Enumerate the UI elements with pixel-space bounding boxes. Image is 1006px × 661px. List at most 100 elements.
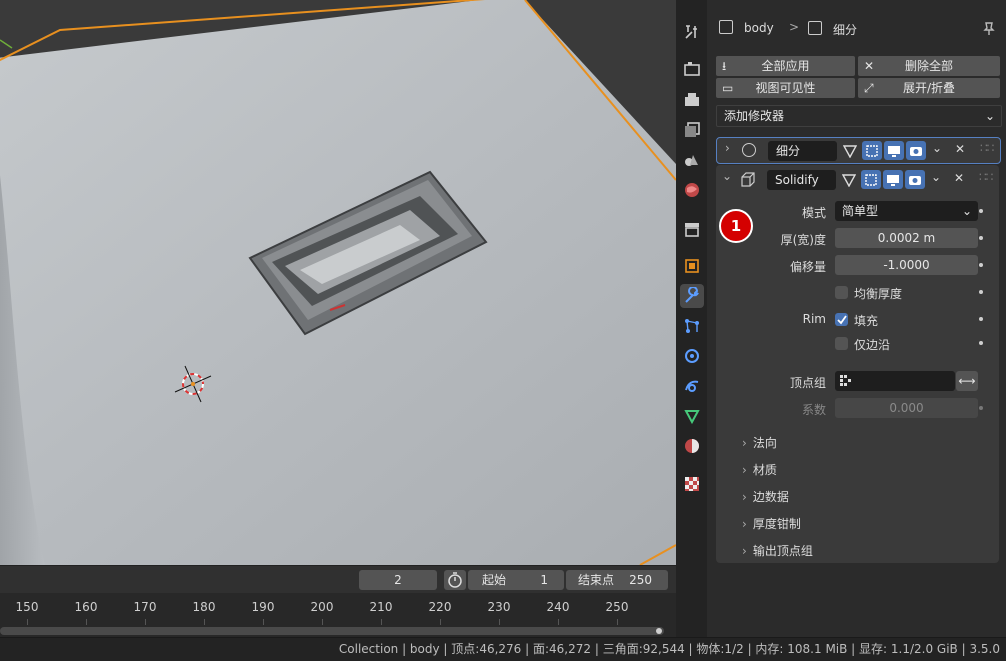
collapse-arrow-icon[interactable]: ⌄ bbox=[722, 169, 732, 183]
material-icon[interactable] bbox=[680, 434, 704, 458]
modifier-icon bbox=[808, 21, 822, 35]
subpanel-normals[interactable]: › 法向 bbox=[742, 434, 777, 451]
status-text: Collection | body | 顶点:46,276 | 面:46,272… bbox=[338, 642, 1000, 656]
fill-checkbox[interactable] bbox=[835, 313, 848, 326]
download-icon: ⭳ bbox=[722, 59, 727, 73]
mode-select[interactable]: 简单型 ⌄ bbox=[835, 201, 978, 221]
expand-collapse-label: 展开/折叠 bbox=[902, 81, 956, 95]
data-icon[interactable] bbox=[680, 404, 704, 428]
dropdown-chevron-icon[interactable]: ⌄ bbox=[931, 170, 941, 184]
timeline-header: 2 起始 1 结束点 250 bbox=[0, 565, 676, 594]
drag-handle-icon[interactable]: ∷∷ bbox=[980, 141, 994, 155]
edit-mode-icon[interactable] bbox=[861, 170, 881, 189]
subdivision-modifier-header[interactable]: › 细分 ⌄ ✕ ∷∷ bbox=[716, 137, 1001, 164]
subpanel-label: 法向 bbox=[752, 436, 777, 450]
factor-label: 系数 bbox=[801, 403, 826, 417]
expand-arrow-icon[interactable]: › bbox=[725, 141, 730, 155]
subpanel-output-vgroups[interactable]: › 输出顶点组 bbox=[742, 542, 813, 559]
apply-all-button[interactable]: ⭳ 全部应用 bbox=[716, 56, 855, 76]
vertex-group-field[interactable] bbox=[835, 371, 955, 391]
timeline-tick-label: 190 bbox=[251, 600, 275, 614]
chevron-down-icon: ⌄ bbox=[961, 204, 972, 218]
keyframe-dot[interactable] bbox=[979, 317, 983, 321]
invert-vgroup-icon[interactable]: ⟷ bbox=[956, 371, 978, 391]
timeline-tick-mark bbox=[499, 619, 500, 625]
render-camera-icon[interactable] bbox=[906, 141, 926, 160]
timeline-tick-label: 180 bbox=[192, 600, 216, 614]
subdivision-name-field[interactable]: 细分 bbox=[768, 141, 837, 161]
edit-mode-cage-icon[interactable] bbox=[839, 170, 859, 189]
keyframe-dot[interactable] bbox=[979, 263, 983, 267]
scene-icon[interactable] bbox=[680, 148, 704, 172]
physics-icon[interactable] bbox=[680, 344, 704, 368]
dropdown-chevron-icon[interactable]: ⌄ bbox=[932, 141, 942, 155]
keyframe-dot[interactable] bbox=[979, 209, 983, 213]
output-icon[interactable] bbox=[680, 88, 704, 112]
drag-handle-icon[interactable]: ∷∷ bbox=[979, 170, 993, 184]
render-icon[interactable] bbox=[680, 57, 704, 81]
only-rim-checkbox[interactable] bbox=[835, 337, 848, 350]
scrollbar-handle[interactable] bbox=[656, 628, 662, 634]
remove-modifier-icon[interactable]: ✕ bbox=[954, 171, 964, 185]
keyframe-dot[interactable] bbox=[979, 341, 983, 345]
subpanel-edge-data[interactable]: › 边数据 bbox=[742, 488, 789, 505]
timeline-tick-mark bbox=[204, 619, 205, 625]
thickness-label: 厚(宽)度 bbox=[780, 233, 826, 247]
end-label: 结束点 bbox=[578, 573, 615, 587]
keyframe-dot[interactable] bbox=[979, 406, 983, 410]
current-frame-field[interactable]: 2 bbox=[359, 570, 437, 590]
start-value: 1 bbox=[540, 573, 548, 587]
subpanel-materials[interactable]: › 材质 bbox=[742, 461, 777, 478]
realtime-icon[interactable] bbox=[884, 141, 904, 160]
remove-modifier-icon[interactable]: ✕ bbox=[955, 142, 965, 156]
close-icon: ✕ bbox=[864, 59, 875, 73]
collection-icon[interactable] bbox=[680, 217, 704, 241]
factor-field[interactable]: 0.000 bbox=[835, 398, 978, 418]
keyframe-dot[interactable] bbox=[979, 236, 983, 240]
mode-label: 模式 bbox=[801, 206, 826, 220]
world-icon[interactable] bbox=[680, 178, 704, 202]
add-modifier-dropdown[interactable]: 添加修改器 ⌄ bbox=[716, 105, 1002, 127]
keyframe-dot[interactable] bbox=[979, 290, 983, 294]
properties-editor: body > 细分 ⭳ 全部应用 ✕ 删除全部 ▭ 视图可见性 ⤢ 展开/折叠 … bbox=[707, 0, 1006, 637]
subpanel-thickness-clamp[interactable]: › 厚度钳制 bbox=[742, 515, 801, 532]
edit-mode-cage-icon[interactable] bbox=[840, 141, 860, 160]
timeline-ruler[interactable]: 150 160 170 180 190 200 210 220 230 240 250 bbox=[0, 593, 676, 637]
edit-mode-icon[interactable] bbox=[862, 141, 882, 160]
fill-label: 填充 bbox=[854, 314, 879, 328]
timeline-tick-mark bbox=[440, 619, 441, 625]
start-frame-field[interactable]: 起始 1 bbox=[468, 570, 564, 590]
subdivision-icon bbox=[742, 143, 756, 157]
stopwatch-icon[interactable] bbox=[444, 570, 466, 590]
texture-icon[interactable] bbox=[680, 472, 704, 496]
solidify-name-field[interactable]: Solidify bbox=[767, 170, 836, 190]
expand-collapse-button[interactable]: ⤢ 展开/折叠 bbox=[858, 78, 1000, 98]
wrench-icon[interactable] bbox=[680, 284, 704, 308]
timeline-tick-label: 200 bbox=[310, 600, 334, 614]
3d-viewport[interactable] bbox=[0, 0, 676, 565]
constraints-icon[interactable] bbox=[680, 374, 704, 398]
even-thickness-checkbox[interactable] bbox=[835, 286, 848, 299]
thickness-field[interactable]: 0.0002 m bbox=[835, 228, 978, 248]
realtime-icon[interactable] bbox=[883, 170, 903, 189]
viewport-vis-label: 视图可见性 bbox=[755, 81, 816, 95]
timeline-tick-mark bbox=[381, 619, 382, 625]
timeline-tick-mark bbox=[86, 619, 87, 625]
render-camera-icon[interactable] bbox=[905, 170, 925, 189]
end-frame-field[interactable]: 结束点 250 bbox=[566, 570, 668, 590]
object-icon[interactable] bbox=[680, 254, 704, 278]
delete-all-button[interactable]: ✕ 删除全部 bbox=[858, 56, 1000, 76]
viewport-visibility-button[interactable]: ▭ 视图可见性 bbox=[716, 78, 855, 98]
viewport-canvas bbox=[0, 0, 676, 565]
chevron-right-icon: › bbox=[742, 490, 747, 504]
view-layer-icon[interactable] bbox=[680, 118, 704, 142]
only-rim-label: 仅边沿 bbox=[854, 338, 891, 352]
timeline-tick-mark bbox=[27, 619, 28, 625]
timeline-scrollbar[interactable] bbox=[0, 627, 664, 635]
chevron-down-icon: ⌄ bbox=[984, 109, 995, 123]
offset-field[interactable]: -1.0000 bbox=[835, 255, 978, 275]
tool-icon[interactable] bbox=[680, 20, 704, 44]
pin-icon[interactable] bbox=[981, 20, 997, 36]
particles-icon[interactable] bbox=[680, 314, 704, 338]
timeline-tick-label: 160 bbox=[74, 600, 98, 614]
